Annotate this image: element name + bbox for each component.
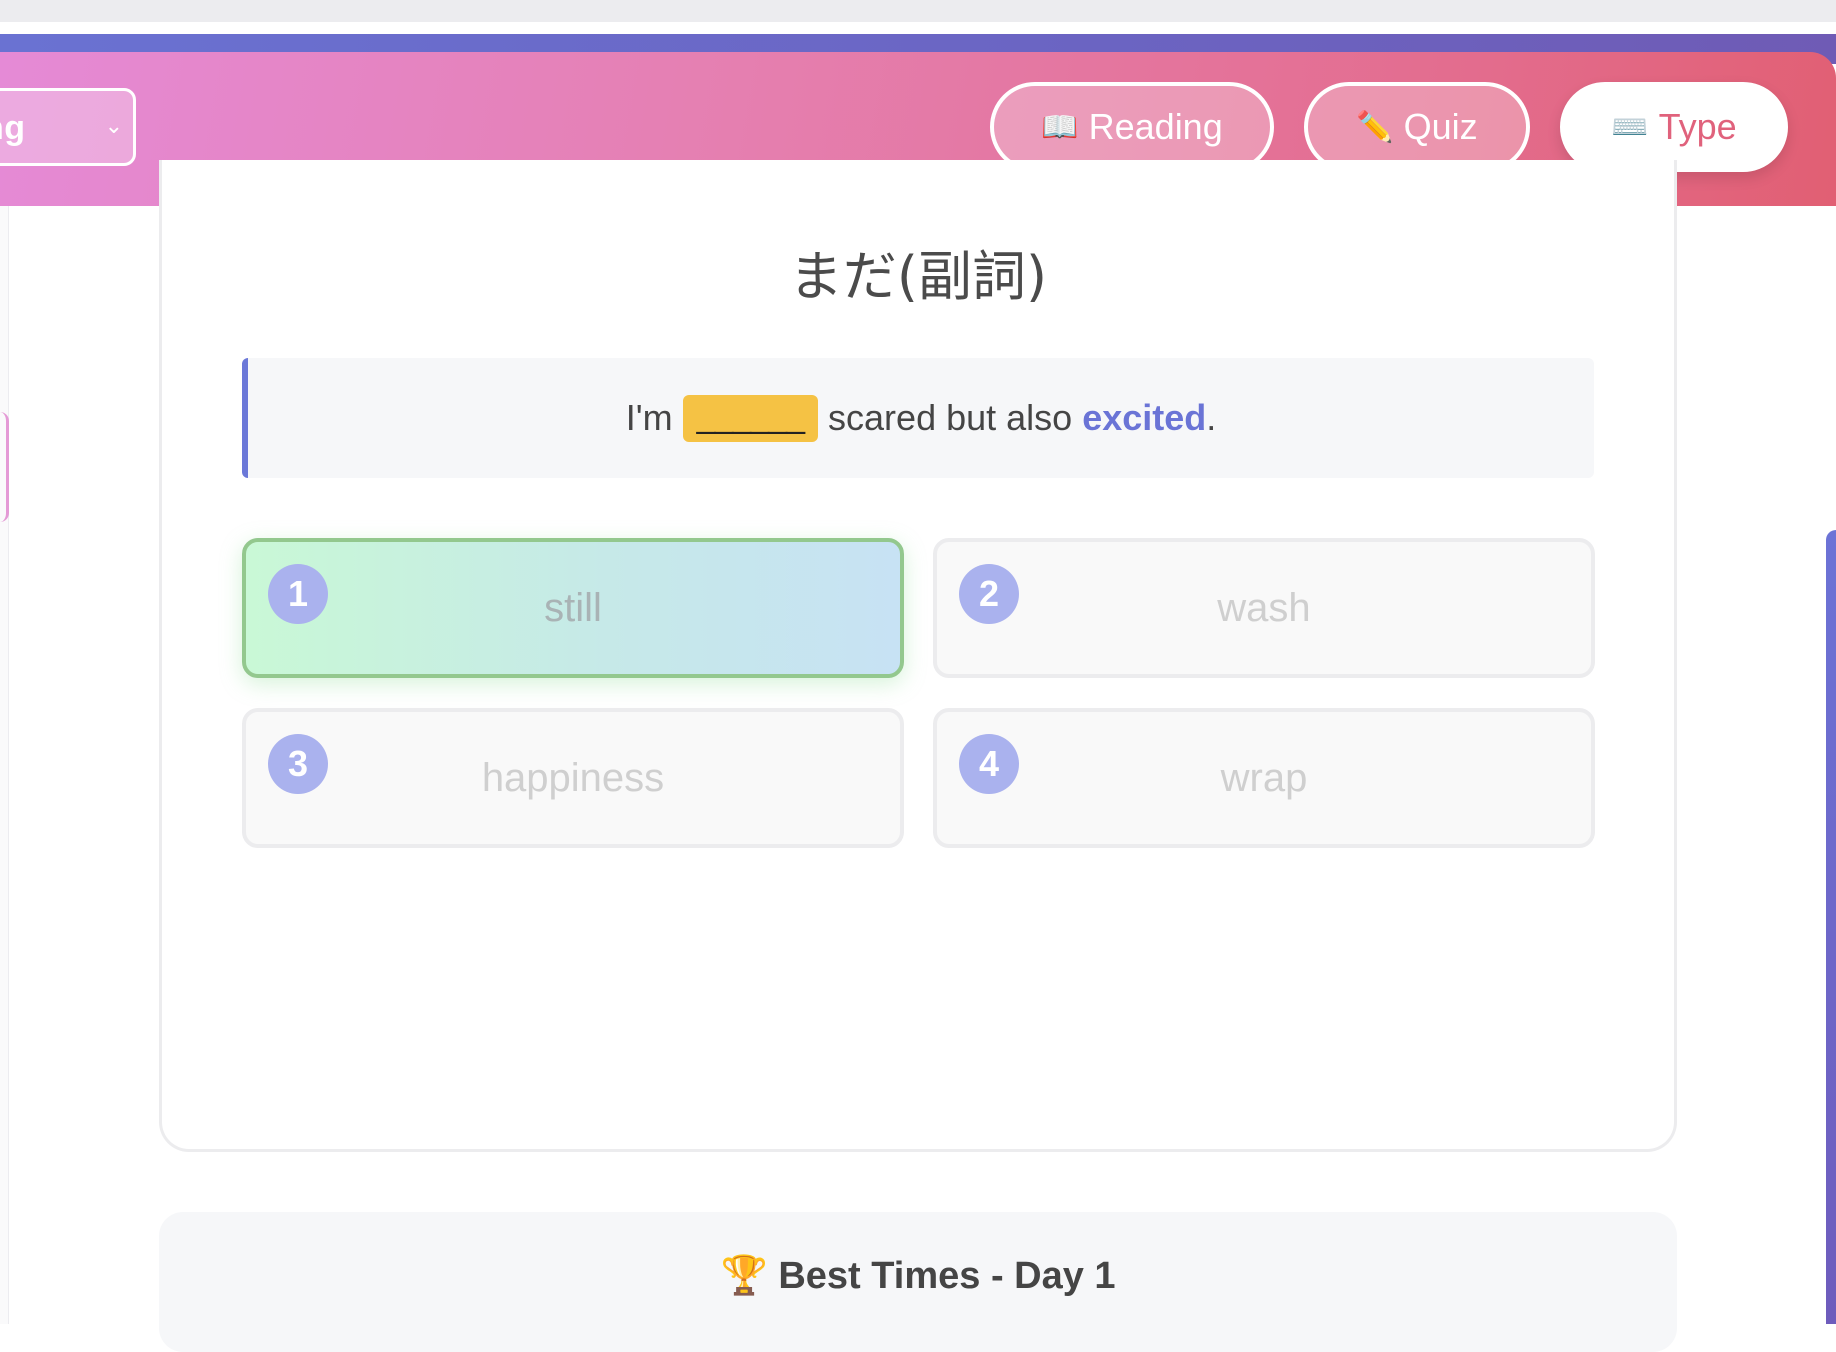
scrollbar[interactable] <box>1826 530 1836 1324</box>
type-mode-label: Type <box>1658 106 1737 147</box>
sentence-highlight: excited <box>1082 397 1207 438</box>
left-panel-accent <box>0 412 9 522</box>
browser-chrome-band <box>0 22 1836 34</box>
pencil-icon: ✏️ <box>1356 110 1394 144</box>
option-label: wash <box>1217 586 1311 630</box>
quiz-mode-button[interactable]: ✏️ Quiz <box>1304 82 1530 172</box>
sentence-after: . <box>1206 397 1217 438</box>
quiz-word: まだ(副詞) <box>788 245 1048 308</box>
level-select-value: ng <box>0 109 26 147</box>
sentence-blank: ______ <box>682 394 819 442</box>
quiz-mode-label: Quiz <box>1403 106 1478 147</box>
trophy-icon: 🏆 <box>720 1255 768 1297</box>
left-side-panel <box>0 206 9 1324</box>
reading-mode-button[interactable]: 📖 Reading <box>990 82 1274 172</box>
chevron-down-icon: ⌄ <box>104 113 123 138</box>
example-sentence: I'm ______ scared but also excited. <box>242 358 1594 478</box>
type-mode-button[interactable]: ⌨️ Type <box>1560 82 1788 172</box>
answer-option-1[interactable]: 1 still <box>242 538 904 678</box>
answer-option-2[interactable]: 2 wash <box>933 538 1595 678</box>
sentence-middle: scared but also <box>828 397 1073 438</box>
answer-option-4[interactable]: 4 wrap <box>933 708 1595 848</box>
option-label: happiness <box>481 756 665 800</box>
option-label: wrap <box>1220 756 1308 800</box>
keyboard-icon: ⌨️ <box>1611 110 1649 144</box>
answer-option-3[interactable]: 3 happiness <box>242 708 904 848</box>
reading-mode-label: Reading <box>1088 106 1223 147</box>
sentence-before: I'm <box>625 397 673 438</box>
level-select[interactable]: ng ⌄ <box>0 88 136 166</box>
option-label: still <box>544 586 602 630</box>
best-times-title: 🏆 Best Times - Day 1 <box>159 1254 1677 1298</box>
open-book-icon: 📖 <box>1041 110 1079 144</box>
best-times-label: Best Times - Day 1 <box>778 1255 1116 1297</box>
browser-chrome <box>0 0 1836 23</box>
